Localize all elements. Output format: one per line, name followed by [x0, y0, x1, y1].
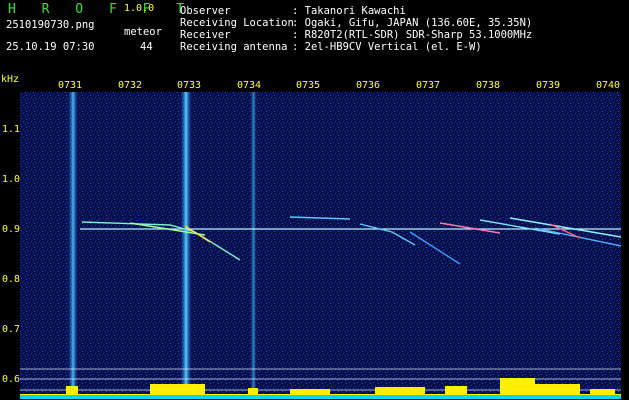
date-time: 25.10.19 07:30 — [6, 41, 95, 53]
app-logo: H R O F F T — [8, 2, 194, 17]
time-tick-label: 0737 — [416, 80, 441, 91]
y-tick-label: 0.6 — [2, 374, 21, 385]
time-tick-label: 0735 — [296, 80, 321, 91]
time-tick-label: 0733 — [177, 80, 202, 91]
time-tick-label: 0734 — [237, 80, 262, 91]
time-tick-label: 0736 — [356, 80, 381, 91]
y-tick-label: 0.9 — [2, 224, 21, 235]
spectrogram — [20, 92, 621, 399]
y-tick-label: 0.8 — [2, 274, 21, 285]
time-tick-label: 0740 — [596, 80, 621, 91]
antenna-value: : 2el-HB9CV Vertical (el. E-W) — [292, 41, 482, 53]
receiver-value: : R820T2(RTL-SDR) SDR-Sharp 53.1000MHz — [292, 29, 533, 41]
noise-field — [20, 92, 621, 399]
file-name: 2510190730.png — [6, 19, 95, 31]
y-tick-label: 1.0 — [2, 174, 21, 185]
meteor-streak — [250, 92, 257, 399]
time-tick-label: 0739 — [536, 80, 561, 91]
y-tick-label: 1.1 — [2, 124, 21, 135]
meteor-streak — [68, 92, 78, 399]
meteor-label: meteor — [124, 26, 162, 38]
time-tick-label: 0732 — [118, 80, 143, 91]
unit-label: kHz — [1, 74, 20, 85]
baseline-bar — [20, 395, 621, 399]
receiver-label: Receiver — [180, 29, 231, 41]
location-value: : Ogaki, Gifu, JAPAN (136.60E, 35.35N) — [292, 17, 533, 29]
observer-value: : Takanori Kawachi — [292, 5, 406, 17]
meteor-streak — [180, 92, 192, 399]
observer-label: Observer — [180, 5, 231, 17]
time-tick-label: 0738 — [476, 80, 501, 91]
app-version: 1.0.0 — [124, 3, 155, 14]
meteor-count: 44 — [140, 41, 153, 53]
y-tick-label: 0.7 — [2, 324, 21, 335]
antenna-label: Receiving antenna — [180, 41, 288, 53]
time-tick-label: 0731 — [58, 80, 83, 91]
location-label: Receiving Location — [180, 17, 294, 29]
